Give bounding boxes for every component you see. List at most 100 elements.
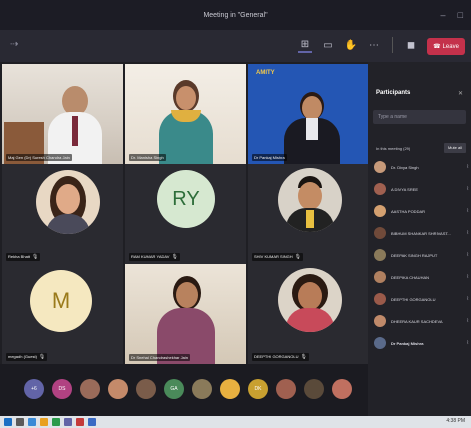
participant-row[interactable]: AASTHA PODDAR ⌇ (374, 202, 469, 220)
mic-icon: ⌇ (466, 164, 469, 170)
dock-avatar[interactable]: DK (248, 379, 268, 399)
raise-hand-icon[interactable]: ✋ (344, 37, 358, 53)
participant-name: RAM KUMAR YADAV 🎙 (129, 253, 180, 261)
amity-logo: AMITY (256, 70, 275, 76)
window-title: Meeting in "General" (203, 11, 268, 19)
toolbar-divider (392, 37, 393, 53)
initials-avatar: RY (157, 170, 215, 228)
camera-icon[interactable]: ◼ (404, 37, 418, 53)
video-tile[interactable]: Rekha Bhatt 🎙 (2, 164, 123, 264)
teams-icon[interactable] (64, 418, 72, 426)
video-tile[interactable]: DEEPTHI GORGANOLU 🎙 (248, 264, 369, 364)
phone-icon: ☎ (433, 44, 441, 50)
participant-photo (278, 168, 342, 232)
participant-row[interactable]: DEEPTHI GORGANOLU ⌇ (374, 290, 469, 308)
participant-name: Maj Gen (Dr) Suresh Chandra Jain (6, 154, 72, 161)
participant-row[interactable]: Dr. Divya Singh ⌇ (374, 158, 469, 176)
leave-button[interactable]: ☎ Leave (427, 38, 465, 55)
dock-avatar[interactable] (136, 379, 156, 399)
minimize-icon[interactable]: – (441, 10, 446, 20)
participant-row[interactable]: BIBHUM SHANKAR SHRIVAST... ⌇ (374, 224, 469, 242)
participant-row[interactable]: A DIVYA SREE ⌇ (374, 180, 469, 198)
app-icon[interactable] (76, 418, 84, 426)
expand-icon[interactable]: ⇢ (10, 39, 18, 50)
video-tile[interactable]: SHIV KUMAR SINGH 🎙 (248, 164, 369, 264)
participants-icon[interactable]: ⊞ (298, 37, 312, 53)
video-grid: Maj Gen (Dr) Suresh Chandra Jain Dr. Man… (0, 62, 369, 364)
avatar (374, 205, 386, 217)
participants-panel: Participants ✕ Type a name In this meeti… (368, 62, 471, 416)
app-icon[interactable] (16, 418, 24, 426)
start-icon[interactable] (4, 418, 12, 426)
dock-avatar[interactable] (332, 379, 352, 399)
os-taskbar: 4:38 PM (0, 416, 471, 428)
meeting-toolbar: ⇢ ⊞ ▭ ✋ ⋯ ◼ ⌇ ⬆ ☎ Leave (0, 30, 471, 62)
participant-name: Dr Snehal Chandrashekhar Jain (129, 354, 190, 361)
avatar (374, 271, 386, 283)
participant-dock: +6 DS GA DK (0, 364, 368, 416)
dock-avatar[interactable] (304, 379, 324, 399)
participant-photo (278, 268, 342, 332)
mic-off-icon: 🎙 (300, 354, 307, 360)
participant-row[interactable]: DEEPAK SINGH RAJPUT ⌇ (374, 246, 469, 264)
app-icon[interactable] (52, 418, 60, 426)
avatar (374, 183, 386, 195)
dock-avatar[interactable]: GA (164, 379, 184, 399)
title-bar: Meeting in "General" – □ (0, 0, 471, 30)
initials-avatar: M (30, 270, 92, 332)
dock-avatar[interactable] (80, 379, 100, 399)
participant-name: megadh (Guest) 🎙 (6, 353, 48, 361)
participant-name: Dr Pankaj Mishra (252, 154, 287, 161)
video-tile[interactable]: AMITY Dr Pankaj Mishra (248, 64, 369, 164)
dock-avatar[interactable]: DS (52, 379, 72, 399)
app-icon[interactable] (88, 418, 96, 426)
panel-title: Participants (376, 90, 411, 96)
participant-name: Rekha Bhatt 🎙 (6, 253, 41, 261)
avatar (374, 315, 386, 327)
avatar (374, 161, 386, 173)
dock-avatar[interactable] (276, 379, 296, 399)
maximize-icon[interactable]: □ (458, 10, 463, 20)
app-icon[interactable] (28, 418, 36, 426)
participant-row[interactable]: Dr Pankaj Mishra ⌇ (374, 334, 469, 352)
video-tile[interactable]: RY RAM KUMAR YADAV 🎙 (125, 164, 246, 264)
participant-name: DEEPTHI GORGANOLU 🎙 (252, 353, 309, 361)
avatar-initials: RY (172, 187, 200, 210)
avatar (374, 293, 386, 305)
video-tile[interactable]: Maj Gen (Dr) Suresh Chandra Jain (2, 64, 123, 164)
participant-name: Dr. Manisha Singh (129, 154, 166, 161)
participant-name: SHIV KUMAR SINGH 🎙 (252, 253, 304, 261)
in-meeting-header: In this meeting (29) (376, 146, 411, 151)
avatar (374, 249, 386, 261)
clock: 4:38 PM (446, 418, 465, 424)
mic-icon: ⌇ (466, 208, 469, 214)
mic-icon: ⌇ (466, 252, 469, 258)
leave-label: Leave (442, 43, 459, 50)
dock-avatar[interactable] (108, 379, 128, 399)
avatar (374, 227, 386, 239)
app-icon[interactable] (40, 418, 48, 426)
mic-icon: ⌇ (466, 340, 469, 346)
close-icon[interactable]: ✕ (458, 90, 463, 97)
mic-off-icon: 🎙 (171, 254, 178, 260)
video-tile[interactable]: M megadh (Guest) 🎙 (2, 264, 123, 364)
dock-avatar[interactable] (220, 379, 240, 399)
mute-all-button[interactable]: Mute all (443, 143, 466, 153)
mic-icon: ⌇ (466, 230, 469, 236)
participant-photo (36, 170, 100, 234)
mic-off-icon: 🎙 (294, 254, 302, 260)
mic-icon: ⌇ (466, 318, 469, 324)
participant-row[interactable]: DEEPIKA CHAUHAN ⌇ (374, 268, 469, 286)
mic-icon: ⌇ (466, 296, 469, 302)
mic-off-icon: 🎙 (38, 354, 46, 360)
participant-search-input[interactable]: Type a name (373, 110, 466, 124)
video-tile[interactable]: Dr Snehal Chandrashekhar Jain (125, 264, 246, 364)
video-tile[interactable]: Dr. Manisha Singh (125, 64, 246, 164)
dock-avatar[interactable]: +6 (24, 379, 44, 399)
avatar-initials: M (51, 288, 71, 313)
dock-avatar[interactable] (192, 379, 212, 399)
participant-row[interactable]: DHEERA KAUR SACHDEVA ⌇ (374, 312, 469, 330)
chat-icon[interactable]: ▭ (321, 37, 335, 53)
more-options-icon[interactable]: ⋯ (367, 37, 381, 53)
mic-off-icon: 🎙 (32, 254, 39, 260)
